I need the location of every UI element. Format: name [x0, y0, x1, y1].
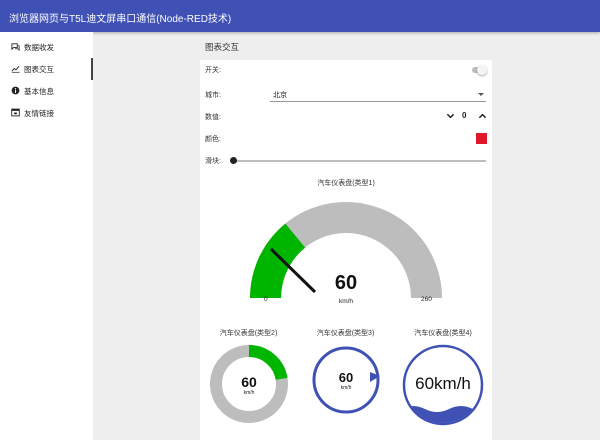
gauge2-value: 60: [241, 374, 257, 390]
sidebar: 数据收发 图表交互 基本信息 友情链接: [0, 32, 93, 440]
gauge4-title: 汽车仪表盘(类型4): [414, 330, 472, 337]
sidebar-item-label: 友情链接: [24, 109, 54, 118]
line-chart-icon: [11, 65, 20, 73]
app-header: 浏览器网页与T5L迪文屏串口通信(Node-RED技术): [0, 0, 600, 32]
gauge2-card: 汽车仪表盘(类型2) 60 km/h: [201, 320, 296, 432]
gauge2-unit: km/h: [243, 390, 255, 396]
toggle-knob: [477, 65, 487, 75]
gauge3-card: 汽车仪表盘(类型3) 60 km/h: [298, 320, 393, 432]
chat-icon: [11, 43, 20, 51]
app-title: 浏览器网页与T5L迪文屏串口通信(Node-RED技术): [9, 14, 232, 25]
sidebar-item-label: 图表交互: [24, 65, 54, 74]
color-picker[interactable]: [476, 133, 487, 144]
city-select[interactable]: 北京: [270, 88, 486, 102]
number-label: 数值:: [205, 114, 221, 121]
gauge2-title: 汽车仪表盘(类型2): [219, 330, 278, 337]
sidebar-item-chart-interaction[interactable]: 图表交互: [0, 58, 93, 80]
gauge1-unit: km/h: [338, 298, 354, 305]
slider-track[interactable]: [233, 160, 486, 162]
gauge1-max: 260: [421, 296, 432, 303]
gauge4-value: 60km/h: [415, 374, 471, 393]
gauge4-card: 汽车仪表盘(类型4) 60km/h: [395, 320, 491, 432]
chevron-down-icon: [478, 93, 484, 96]
number-value: 0: [462, 111, 467, 120]
color-label: 颜色:: [205, 136, 221, 143]
active-indicator: [91, 58, 93, 80]
gauge3-value: 60: [338, 370, 354, 385]
city-label: 城市:: [205, 92, 221, 99]
decrement-button[interactable]: [446, 112, 455, 120]
city-select-value: 北京: [273, 92, 287, 99]
sidebar-item-friend-links[interactable]: 友情链接: [0, 102, 93, 124]
sidebar-item-label: 数据收发: [24, 43, 54, 52]
sidebar-item-basic-info[interactable]: 基本信息: [0, 80, 93, 102]
sidebar-item-data-transfer[interactable]: 数据收发: [0, 36, 93, 58]
toggle-switch[interactable]: [472, 65, 487, 75]
chart-interaction-card: 图表交互 开关: 城市: 北京 数值: 0 颜色: 滑块: 汽车仪表盘(类型1): [197, 32, 495, 440]
switch-label: 开关:: [205, 67, 221, 74]
page-title: 图表交互: [205, 42, 240, 52]
gauge1-title: 汽车仪表盘(类型1): [317, 180, 375, 187]
sidebar-item-label: 基本信息: [24, 87, 54, 96]
link-window-icon: [11, 108, 20, 117]
increment-button[interactable]: [478, 112, 487, 120]
gauge1-value: 60: [334, 272, 358, 294]
slider-label: 滑块:: [205, 158, 221, 165]
gauge3-title: 汽车仪表盘(类型3): [316, 330, 375, 337]
slider-thumb[interactable]: [230, 157, 237, 164]
info-icon: [11, 86, 20, 95]
gauge3-unit: km/h: [340, 385, 352, 391]
gauge1-min: 0: [264, 296, 268, 303]
